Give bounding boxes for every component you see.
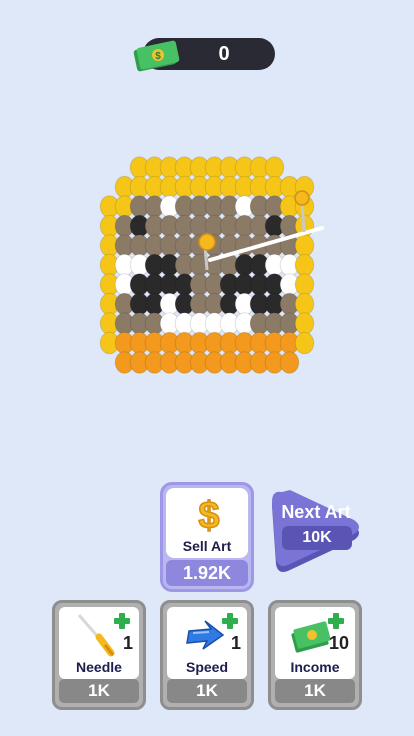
upgrade-title: Needle xyxy=(76,659,122,675)
upgrade-level: 1 xyxy=(122,633,133,653)
plus-icon xyxy=(328,613,344,629)
upgrade-level: 1 xyxy=(230,633,241,653)
upgrade-income-button[interactable]: 10 Income 1K xyxy=(268,600,362,710)
stitch-cell xyxy=(279,351,300,374)
upgrade-title: Speed xyxy=(185,659,228,675)
sell-art-label: Sell Art xyxy=(182,538,232,554)
svg-text:$: $ xyxy=(155,51,161,62)
stitch-cell xyxy=(294,273,315,296)
stitch-cell xyxy=(294,292,315,316)
stitch-cell xyxy=(264,156,285,179)
needle-head-icon xyxy=(294,190,310,206)
next-art-price: 10K xyxy=(282,526,352,550)
stitch-cell xyxy=(294,331,315,355)
stitch-cell xyxy=(294,312,315,335)
plus-icon xyxy=(114,613,130,629)
speed-arrow-icon xyxy=(186,620,225,650)
dollar-sign-icon: $ xyxy=(198,494,221,534)
money-amount: 0 xyxy=(218,43,230,65)
svg-text:$: $ xyxy=(198,495,219,534)
sell-art-button[interactable]: $ Sell Art 1.92K xyxy=(160,482,254,592)
upgrade-level: 10 xyxy=(328,633,349,653)
upgrade-speed-button[interactable]: 1 Speed 1K xyxy=(160,600,254,710)
cash-stack-icon xyxy=(291,621,331,653)
upgrade-price: 1K xyxy=(167,679,247,703)
sell-art-price: 1.92K xyxy=(166,560,248,586)
upgrade-needle-button[interactable]: 1 Needle 1K xyxy=(52,600,146,710)
needle-icon xyxy=(77,614,115,657)
next-art-label: Next Art xyxy=(281,502,351,522)
plus-icon xyxy=(222,613,238,629)
stitch-artwork xyxy=(99,156,324,374)
upgrade-title: Income xyxy=(290,659,340,675)
stitch-cell xyxy=(294,253,315,277)
upgrade-price: 1K xyxy=(59,679,139,703)
stitch-cell xyxy=(294,234,315,257)
needle-head-icon xyxy=(198,233,216,251)
cash-stack-icon: $ xyxy=(133,40,180,72)
upgrade-price: 1K xyxy=(275,679,355,703)
